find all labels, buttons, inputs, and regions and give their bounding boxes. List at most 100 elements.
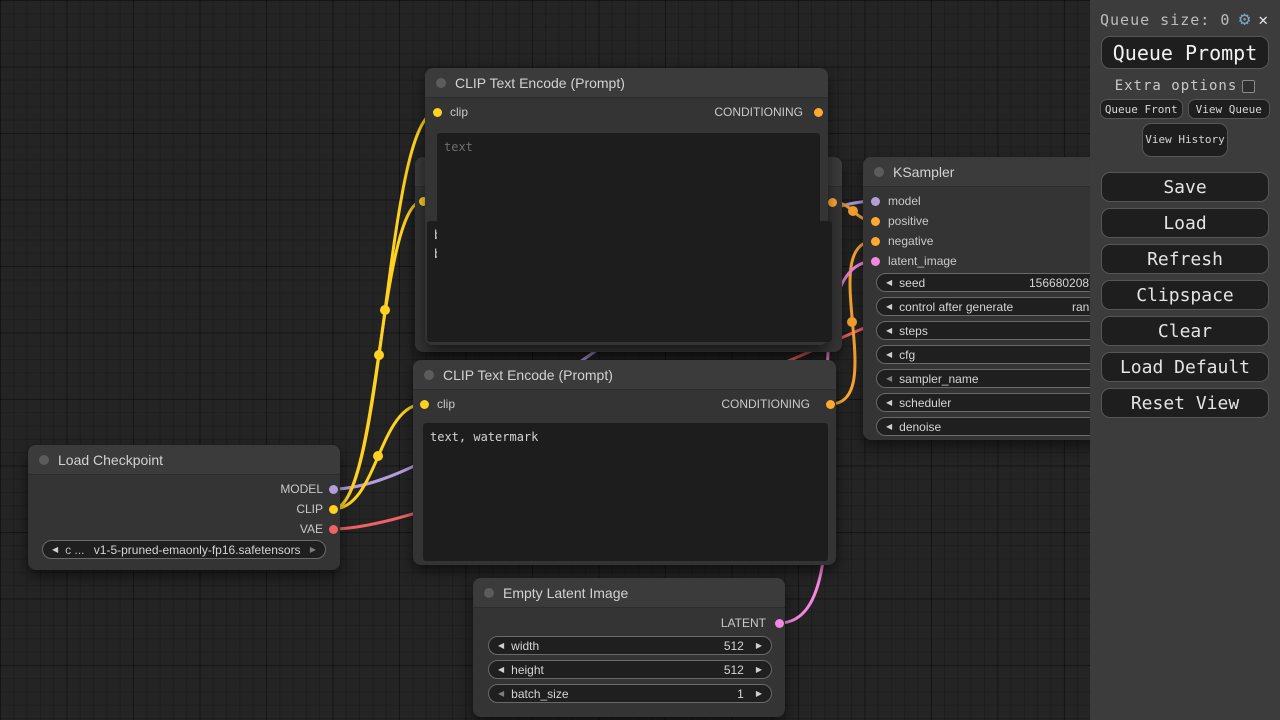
node-title-bar[interactable]: CLIP Text Encode (Prompt) bbox=[425, 68, 828, 98]
input-label-negative: negative bbox=[888, 234, 933, 248]
save-button[interactable]: Save bbox=[1101, 172, 1269, 202]
collapse-dot-icon[interactable] bbox=[424, 370, 434, 380]
node-title: CLIP Text Encode (Prompt) bbox=[443, 367, 613, 383]
decrement-arrow-icon[interactable]: ◀ bbox=[498, 689, 504, 698]
widget-label: sampler_name bbox=[899, 372, 978, 386]
widget-width[interactable]: ◀ width 512 ▶ bbox=[488, 636, 772, 655]
next-arrow-icon[interactable]: ▶ bbox=[310, 545, 316, 554]
menu-panel: Queue size: 0 ⚙ ✕ Queue Prompt Extra opt… bbox=[1090, 0, 1280, 720]
output-port-conditioning[interactable] bbox=[826, 400, 835, 409]
node-title-bar[interactable]: CLIP Text Encode (Prompt) bbox=[413, 360, 836, 390]
output-label-conditioning: CONDITIONING bbox=[721, 397, 810, 411]
widget-label: seed bbox=[899, 276, 925, 290]
widget-label: control after generate bbox=[899, 300, 1013, 314]
decrement-arrow-icon[interactable]: ◀ bbox=[886, 374, 892, 383]
widget-ckpt-name[interactable]: ◀ c ... v1-5-pruned-emaonly-fp16.safeten… bbox=[42, 540, 326, 559]
widget-label: cfg bbox=[899, 348, 915, 362]
collapse-dot-icon[interactable] bbox=[874, 167, 884, 177]
wire-midpoint-dot[interactable] bbox=[373, 451, 383, 461]
widget-batch-size[interactable]: ◀ batch_size 1 ▶ bbox=[488, 684, 772, 703]
view-history-button[interactable]: View History bbox=[1142, 123, 1228, 157]
output-port-conditioning[interactable] bbox=[814, 108, 823, 117]
collapse-dot-icon[interactable] bbox=[436, 78, 446, 88]
node-graph-canvas[interactable]: CLIP Text Encode (Prompt) clip CONDITION… bbox=[0, 0, 1280, 720]
wire-midpoint-dot[interactable] bbox=[374, 350, 384, 360]
output-port-latent[interactable] bbox=[775, 619, 784, 628]
clear-button[interactable]: Clear bbox=[1101, 316, 1269, 346]
widget-value: 1 bbox=[737, 687, 744, 701]
queue-prompt-button[interactable]: Queue Prompt bbox=[1101, 36, 1269, 69]
reset-view-button[interactable]: Reset View bbox=[1101, 388, 1269, 418]
input-label-latent-image: latent_image bbox=[888, 254, 957, 268]
input-label-clip: clip bbox=[450, 105, 468, 119]
extra-options-label: Extra options bbox=[1115, 78, 1238, 94]
view-queue-button[interactable]: View Queue bbox=[1188, 99, 1271, 119]
close-icon[interactable]: ✕ bbox=[1256, 12, 1270, 28]
wire-midpoint-dot[interactable] bbox=[848, 206, 858, 216]
collapse-dot-icon[interactable] bbox=[39, 455, 49, 465]
node-title: KSampler bbox=[893, 164, 954, 180]
output-port-conditioning[interactable] bbox=[828, 198, 837, 207]
wire-midpoint-dot[interactable] bbox=[847, 317, 857, 327]
widget-label: batch_size bbox=[511, 687, 568, 701]
node-title: Load Checkpoint bbox=[58, 452, 163, 468]
input-port-clip[interactable] bbox=[420, 400, 429, 409]
decrement-arrow-icon[interactable]: ◀ bbox=[886, 422, 892, 431]
wire-midpoint-dot[interactable] bbox=[380, 305, 390, 315]
increment-arrow-icon[interactable]: ▶ bbox=[756, 689, 762, 698]
output-port-model[interactable] bbox=[329, 485, 338, 494]
widget-value: v1-5-pruned-emaonly-fp16.safetensors bbox=[94, 543, 301, 557]
node-clip-text-encode-negative[interactable]: CLIP Text Encode (Prompt) clip CONDITION… bbox=[413, 360, 836, 565]
widget-value: 512 bbox=[724, 663, 744, 677]
collapse-dot-icon[interactable] bbox=[484, 588, 494, 598]
output-label-model: MODEL bbox=[280, 482, 323, 496]
decrement-arrow-icon[interactable]: ◀ bbox=[886, 278, 892, 287]
node-empty-latent-image[interactable]: Empty Latent Image LATENT ◀ width 512 ▶ … bbox=[473, 578, 785, 717]
node-title: Empty Latent Image bbox=[503, 585, 628, 601]
refresh-button[interactable]: Refresh bbox=[1101, 244, 1269, 274]
load-default-button[interactable]: Load Default bbox=[1101, 352, 1269, 382]
widget-value: ran bbox=[1072, 300, 1089, 314]
clipspace-button[interactable]: Clipspace bbox=[1101, 280, 1269, 310]
widget-height[interactable]: ◀ height 512 ▶ bbox=[488, 660, 772, 679]
widget-label: width bbox=[511, 639, 539, 653]
decrement-arrow-icon[interactable]: ◀ bbox=[886, 326, 892, 335]
decrement-arrow-icon[interactable]: ◀ bbox=[498, 641, 504, 650]
prompt-textarea-negative[interactable]: text, watermark bbox=[423, 423, 828, 561]
output-port-vae[interactable] bbox=[329, 525, 338, 534]
node-title-bar[interactable]: Load Checkpoint bbox=[28, 445, 340, 475]
node-title: CLIP Text Encode (Prompt) bbox=[455, 75, 625, 91]
output-port-clip[interactable] bbox=[329, 505, 338, 514]
input-label-positive: positive bbox=[888, 214, 929, 228]
widget-label: steps bbox=[899, 324, 928, 338]
queue-front-button[interactable]: Queue Front bbox=[1100, 99, 1183, 119]
node-load-checkpoint[interactable]: Load Checkpoint MODEL CLIP VAE ◀ c ... v… bbox=[28, 445, 340, 570]
node-title-bar[interactable]: Empty Latent Image bbox=[473, 578, 785, 608]
decrement-arrow-icon[interactable]: ◀ bbox=[886, 302, 892, 311]
widget-label: height bbox=[511, 663, 544, 677]
input-port-model[interactable] bbox=[871, 197, 880, 206]
decrement-arrow-icon[interactable]: ◀ bbox=[886, 398, 892, 407]
input-label-model: model bbox=[888, 194, 921, 208]
input-port-positive[interactable] bbox=[871, 217, 880, 226]
widget-value: 1566802087 bbox=[1029, 276, 1096, 290]
extra-options-checkbox[interactable] bbox=[1242, 80, 1255, 93]
prompt-textarea-top[interactable] bbox=[437, 133, 820, 341]
widget-label: scheduler bbox=[899, 396, 951, 410]
queue-size-label: Queue size: 0 bbox=[1100, 11, 1233, 29]
decrement-arrow-icon[interactable]: ◀ bbox=[886, 350, 892, 359]
output-label-latent: LATENT bbox=[721, 616, 766, 630]
prev-arrow-icon[interactable]: ◀ bbox=[52, 545, 58, 554]
widget-label: denoise bbox=[899, 420, 941, 434]
input-port-latent-image[interactable] bbox=[871, 257, 880, 266]
decrement-arrow-icon[interactable]: ◀ bbox=[498, 665, 504, 674]
settings-gear-icon[interactable]: ⚙ bbox=[1239, 10, 1250, 29]
load-button[interactable]: Load bbox=[1101, 208, 1269, 238]
input-port-clip[interactable] bbox=[433, 108, 442, 117]
increment-arrow-icon[interactable]: ▶ bbox=[756, 665, 762, 674]
widget-label: c ... bbox=[65, 543, 84, 557]
output-label-vae: VAE bbox=[300, 522, 323, 536]
input-port-negative[interactable] bbox=[871, 237, 880, 246]
widget-value: 512 bbox=[724, 639, 744, 653]
increment-arrow-icon[interactable]: ▶ bbox=[756, 641, 762, 650]
